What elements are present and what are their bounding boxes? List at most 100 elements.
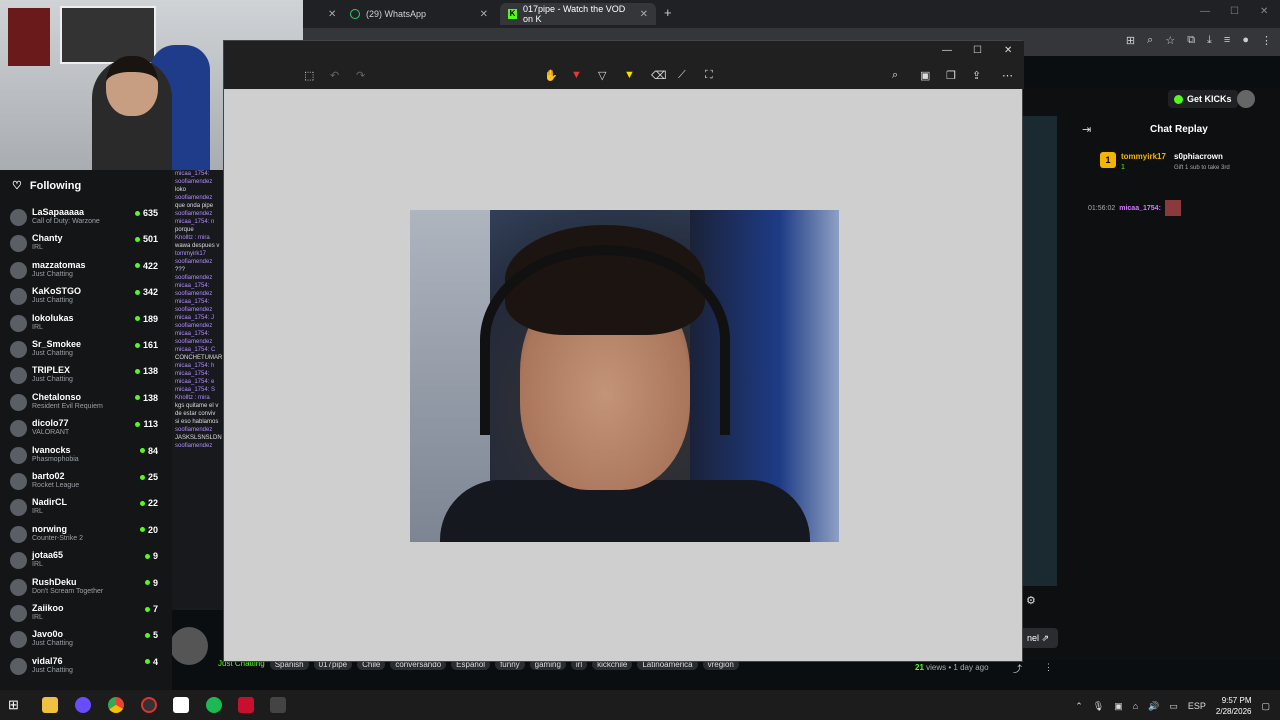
pencil-icon[interactable]: ▽ bbox=[598, 69, 606, 82]
sidebar-channel-item[interactable]: LaSapaaaaa Call of Duty: Warzone 635 bbox=[10, 206, 158, 230]
sidebar-channel-item[interactable]: Ivanocks Phasmophobia 84 bbox=[10, 444, 158, 468]
volume-icon[interactable]: 🔊 bbox=[1148, 701, 1159, 712]
bookmark-star-icon[interactable]: ☆ bbox=[1165, 34, 1175, 47]
tab-whatsapp[interactable]: (29) WhatsApp ✕ bbox=[342, 3, 496, 25]
chevron-up-icon[interactable]: ⌃ bbox=[1075, 701, 1083, 712]
close-icon[interactable]: ✕ bbox=[1004, 45, 1012, 56]
maximize-icon[interactable]: ☐ bbox=[1230, 6, 1239, 17]
channel-category: IRL bbox=[32, 323, 43, 331]
download-icon[interactable]: ⤓ bbox=[1207, 34, 1212, 47]
chat-strip-line: ??? bbox=[175, 267, 186, 273]
network-icon[interactable]: ⌂ bbox=[1133, 701, 1138, 711]
wall-frame bbox=[60, 6, 156, 64]
following-header[interactable]: ♡ Following bbox=[12, 179, 81, 193]
viewer-number: 501 bbox=[142, 234, 158, 245]
sidebar-channel-item[interactable]: Zaiikoo IRL 7 bbox=[10, 602, 158, 626]
leaderboard-user-1[interactable]: tommyirk17 bbox=[1121, 152, 1166, 161]
user-avatar[interactable] bbox=[1237, 90, 1255, 108]
new-tab-icon[interactable]: + bbox=[664, 5, 672, 20]
sidebar-channel-item[interactable]: barto02 Rocket League 25 bbox=[10, 470, 158, 494]
streamer-avatar[interactable] bbox=[170, 627, 208, 665]
channel-name: Zaiikoo bbox=[32, 603, 64, 613]
language-indicator[interactable]: ESP bbox=[1188, 701, 1206, 711]
undo-icon[interactable]: ↶ bbox=[330, 69, 339, 82]
sidebar-channel-item[interactable]: Chetalonso Resident Evil Requiem 138 bbox=[10, 391, 158, 415]
tab-kick-vod[interactable]: K 017pipe - Watch the VOD on K ✕ bbox=[500, 3, 656, 25]
message-user[interactable]: micaa_1754: bbox=[1119, 205, 1161, 212]
maximize-icon[interactable]: ☐ bbox=[973, 45, 982, 56]
chrome-icon[interactable] bbox=[108, 697, 124, 713]
crop-select-icon[interactable]: ⬚ bbox=[304, 69, 314, 82]
zoom-icon[interactable]: ⌕ bbox=[1147, 34, 1153, 47]
save-icon[interactable]: ▣ bbox=[920, 69, 930, 82]
app-icon[interactable] bbox=[173, 697, 189, 713]
share-icon[interactable]: ⇪ bbox=[972, 69, 981, 82]
video-player-edge[interactable] bbox=[1023, 116, 1057, 586]
sidebar-channel-item[interactable]: norwing Counter-Strike 2 20 bbox=[10, 523, 158, 547]
sidebar-channel-item[interactable]: NadirCL IRL 22 bbox=[10, 496, 158, 520]
close-icon[interactable]: ✕ bbox=[480, 9, 488, 20]
more-options-icon[interactable]: ⋮ bbox=[1044, 662, 1053, 673]
file-explorer-icon[interactable] bbox=[42, 697, 58, 713]
sidebar-channel-item[interactable]: jotaa65 IRL 9 bbox=[10, 549, 158, 573]
zoom-icon[interactable]: ⌕ bbox=[892, 69, 898, 82]
ballpoint-pen-icon[interactable]: ▼ bbox=[571, 69, 582, 81]
crop-icon[interactable]: ⛶ bbox=[705, 69, 713, 82]
browser-icon[interactable] bbox=[141, 697, 157, 713]
app-icon[interactable] bbox=[75, 697, 91, 713]
media-icon[interactable]: ≡ bbox=[1224, 34, 1230, 47]
sidebar-channel-item[interactable]: vidal76 Just Chatting 4 bbox=[10, 655, 158, 679]
collapse-chat-icon[interactable]: ⇥ bbox=[1082, 123, 1091, 136]
clock[interactable]: 9:57 PM 2/28/2026 bbox=[1216, 695, 1252, 717]
copy-icon[interactable]: ❐ bbox=[946, 69, 956, 82]
close-icon[interactable]: ✕ bbox=[640, 9, 648, 20]
microphone-icon[interactable]: 🎙 bbox=[1093, 701, 1104, 712]
start-icon[interactable]: ⊞ bbox=[8, 697, 24, 713]
chat-strip-line: si eso hablamos bbox=[175, 419, 219, 425]
channel-button[interactable]: nel ⇗ bbox=[1018, 628, 1058, 648]
get-kicks-button[interactable]: Get KICKs bbox=[1168, 90, 1238, 108]
viewer-number: 22 bbox=[147, 498, 158, 509]
channel-category: IRL bbox=[32, 561, 43, 569]
sidebar-channel-item[interactable]: RushDeku Don't Scream Together 9 bbox=[10, 576, 158, 600]
profile-icon[interactable]: ● bbox=[1242, 34, 1249, 47]
highlighter-icon[interactable]: ▼ bbox=[624, 69, 635, 81]
sidebar-channel-item[interactable]: KaKoSTGO Just Chatting 342 bbox=[10, 285, 158, 309]
sidebar-channel-item[interactable]: lokolukas IRL 189 bbox=[10, 312, 158, 336]
leaderboard-user-2[interactable]: s0phiacrown bbox=[1174, 152, 1223, 161]
viewer-number: 4 bbox=[152, 656, 158, 667]
sidebar-channel-item[interactable]: TRIPLEX Just Chatting 138 bbox=[10, 364, 158, 388]
more-icon[interactable]: ⋯ bbox=[1002, 69, 1013, 82]
share-icon[interactable]: ⤴ bbox=[1013, 662, 1022, 675]
viewer-number: 189 bbox=[142, 313, 158, 324]
sidebar-channel-item[interactable]: Sr_Smokee Just Chatting 161 bbox=[10, 338, 158, 362]
channel-name: RushDeku bbox=[32, 576, 77, 587]
eraser-icon[interactable]: ⌫ bbox=[651, 69, 667, 82]
notifications-icon[interactable]: ▢ bbox=[1261, 701, 1270, 712]
live-dot-icon bbox=[139, 500, 145, 506]
minimize-icon[interactable]: — bbox=[942, 45, 952, 56]
spotify-icon[interactable] bbox=[206, 697, 222, 713]
snipping-tool-icon[interactable] bbox=[270, 697, 286, 713]
touch-write-icon[interactable]: ✋ bbox=[544, 69, 558, 82]
ruler-icon[interactable]: ⟋ bbox=[678, 69, 686, 82]
translate-icon[interactable]: ⊞ bbox=[1126, 34, 1135, 47]
sidebar-channel-item[interactable]: Javo0o Just Chatting 5 bbox=[10, 628, 158, 652]
viewer-count: 635 bbox=[134, 208, 158, 218]
menu-icon[interactable]: ⋮ bbox=[1261, 34, 1272, 47]
sidebar-channel-item[interactable]: dicolo77 VALORANT 113 bbox=[10, 417, 158, 441]
channel-avatar bbox=[10, 525, 27, 543]
close-icon[interactable]: ✕ bbox=[328, 9, 336, 20]
battery-icon[interactable]: ▭ bbox=[1169, 701, 1178, 712]
redo-icon[interactable]: ↷ bbox=[356, 69, 365, 82]
sidebar-channel-item[interactable]: Chanty IRL 501 bbox=[10, 232, 158, 256]
settings-gear-icon[interactable]: ⚙ bbox=[1026, 594, 1036, 607]
minimize-icon[interactable]: — bbox=[1200, 6, 1210, 17]
tray-app-icon[interactable]: ▣ bbox=[1114, 701, 1123, 712]
voicemeeter-icon[interactable] bbox=[238, 697, 254, 713]
channel-name: barto02 bbox=[32, 471, 65, 481]
tab-close-left[interactable]: ✕ bbox=[320, 3, 344, 25]
close-window-icon[interactable]: ✕ bbox=[1260, 6, 1268, 17]
extensions-icon[interactable]: ⧉ bbox=[1187, 34, 1195, 47]
sidebar-channel-item[interactable]: mazzatomas Just Chatting 422 bbox=[10, 259, 158, 283]
